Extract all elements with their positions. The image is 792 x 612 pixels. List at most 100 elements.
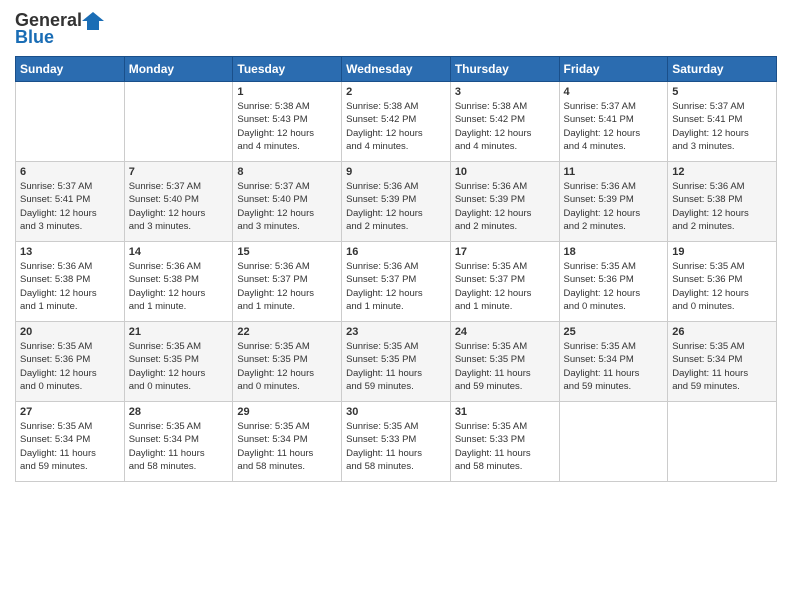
- day-info: Sunrise: 5:35 AM Sunset: 5:33 PM Dayligh…: [346, 420, 446, 473]
- day-info: Sunrise: 5:35 AM Sunset: 5:37 PM Dayligh…: [455, 260, 555, 313]
- day-number: 28: [129, 406, 229, 418]
- day-info: Sunrise: 5:36 AM Sunset: 5:39 PM Dayligh…: [346, 180, 446, 233]
- day-number: 17: [455, 246, 555, 258]
- calendar-cell: 12 Sunrise: 5:36 AM Sunset: 5:38 PM Dayli…: [668, 162, 777, 242]
- calendar-cell: 29 Sunrise: 5:35 AM Sunset: 5:34 PM Dayli…: [233, 402, 342, 482]
- day-info: Sunrise: 5:36 AM Sunset: 5:39 PM Dayligh…: [455, 180, 555, 233]
- day-number: 14: [129, 246, 229, 258]
- day-info: Sunrise: 5:36 AM Sunset: 5:38 PM Dayligh…: [20, 260, 120, 313]
- calendar-cell: 13 Sunrise: 5:36 AM Sunset: 5:38 PM Dayli…: [16, 242, 125, 322]
- day-number: 29: [237, 406, 337, 418]
- calendar-cell: 10 Sunrise: 5:36 AM Sunset: 5:39 PM Dayli…: [450, 162, 559, 242]
- calendar-cell: 14Sunrise: 5:36 AM Sunset: 5:38 PM Dayli…: [124, 242, 233, 322]
- day-info: Sunrise: 5:37 AM Sunset: 5:40 PM Dayligh…: [129, 180, 229, 233]
- calendar-cell: 16 Sunrise: 5:36 AM Sunset: 5:37 PM Dayli…: [342, 242, 451, 322]
- day-info: Sunrise: 5:35 AM Sunset: 5:33 PM Dayligh…: [455, 420, 555, 473]
- calendar-cell: 21 Sunrise: 5:35 AM Sunset: 5:35 PM Dayli…: [124, 322, 233, 402]
- day-info: Sunrise: 5:35 AM Sunset: 5:34 PM Dayligh…: [20, 420, 120, 473]
- day-info: Sunrise: 5:36 AM Sunset: 5:39 PM Dayligh…: [564, 180, 664, 233]
- page: General Blue SundayMondayTuesdayWednesda…: [0, 0, 792, 612]
- day-info: Sunrise: 5:35 AM Sunset: 5:35 PM Dayligh…: [129, 340, 229, 393]
- calendar-cell: 25 Sunrise: 5:35 AM Sunset: 5:34 PM Dayli…: [559, 322, 668, 402]
- weekday-header: Monday: [124, 57, 233, 82]
- day-number: 30: [346, 406, 446, 418]
- calendar-cell: 24 Sunrise: 5:35 AM Sunset: 5:35 PM Dayli…: [450, 322, 559, 402]
- logo-blue-text: Blue: [15, 27, 54, 48]
- weekday-header: Wednesday: [342, 57, 451, 82]
- day-info: Sunrise: 5:35 AM Sunset: 5:34 PM Dayligh…: [564, 340, 664, 393]
- day-info: Sunrise: 5:38 AM Sunset: 5:43 PM Dayligh…: [237, 100, 337, 153]
- day-number: 12: [672, 166, 772, 178]
- weekday-header: Sunday: [16, 57, 125, 82]
- day-number: 1: [237, 86, 337, 98]
- day-info: Sunrise: 5:36 AM Sunset: 5:37 PM Dayligh…: [346, 260, 446, 313]
- weekday-header: Tuesday: [233, 57, 342, 82]
- day-number: 6: [20, 166, 120, 178]
- calendar-cell: 17 Sunrise: 5:35 AM Sunset: 5:37 PM Dayli…: [450, 242, 559, 322]
- day-number: 10: [455, 166, 555, 178]
- calendar-cell: 22 Sunrise: 5:35 AM Sunset: 5:35 PM Dayli…: [233, 322, 342, 402]
- logo-bird-icon: [82, 12, 104, 30]
- day-info: Sunrise: 5:37 AM Sunset: 5:41 PM Dayligh…: [672, 100, 772, 153]
- calendar-table: SundayMondayTuesdayWednesdayThursdayFrid…: [15, 56, 777, 482]
- calendar-cell: 1 Sunrise: 5:38 AM Sunset: 5:43 PM Daylig…: [233, 82, 342, 162]
- calendar-cell: 18 Sunrise: 5:35 AM Sunset: 5:36 PM Dayli…: [559, 242, 668, 322]
- day-info: Sunrise: 5:35 AM Sunset: 5:35 PM Dayligh…: [237, 340, 337, 393]
- calendar-week-row: 13 Sunrise: 5:36 AM Sunset: 5:38 PM Dayli…: [16, 242, 777, 322]
- calendar-cell: 8 Sunrise: 5:37 AM Sunset: 5:40 PM Daylig…: [233, 162, 342, 242]
- header-row: SundayMondayTuesdayWednesdayThursdayFrid…: [16, 57, 777, 82]
- logo: General Blue: [15, 10, 104, 48]
- day-info: Sunrise: 5:37 AM Sunset: 5:41 PM Dayligh…: [564, 100, 664, 153]
- day-number: 4: [564, 86, 664, 98]
- calendar-cell: 20Sunrise: 5:35 AM Sunset: 5:36 PM Dayli…: [16, 322, 125, 402]
- day-number: 16: [346, 246, 446, 258]
- calendar-cell: 30 Sunrise: 5:35 AM Sunset: 5:33 PM Dayli…: [342, 402, 451, 482]
- day-info: Sunrise: 5:35 AM Sunset: 5:35 PM Dayligh…: [455, 340, 555, 393]
- calendar-cell: 2Sunrise: 5:38 AM Sunset: 5:42 PM Daylig…: [342, 82, 451, 162]
- day-number: 8: [237, 166, 337, 178]
- day-number: 31: [455, 406, 555, 418]
- day-number: 18: [564, 246, 664, 258]
- day-info: Sunrise: 5:35 AM Sunset: 5:34 PM Dayligh…: [129, 420, 229, 473]
- day-number: 24: [455, 326, 555, 338]
- day-number: 13: [20, 246, 120, 258]
- day-info: Sunrise: 5:37 AM Sunset: 5:41 PM Dayligh…: [20, 180, 120, 233]
- day-info: Sunrise: 5:35 AM Sunset: 5:36 PM Dayligh…: [672, 260, 772, 313]
- day-info: Sunrise: 5:38 AM Sunset: 5:42 PM Dayligh…: [455, 100, 555, 153]
- calendar-week-row: 20Sunrise: 5:35 AM Sunset: 5:36 PM Dayli…: [16, 322, 777, 402]
- calendar-week-row: 6 Sunrise: 5:37 AM Sunset: 5:41 PM Daylig…: [16, 162, 777, 242]
- calendar-cell: 27Sunrise: 5:35 AM Sunset: 5:34 PM Dayli…: [16, 402, 125, 482]
- day-number: 5: [672, 86, 772, 98]
- day-info: Sunrise: 5:35 AM Sunset: 5:34 PM Dayligh…: [672, 340, 772, 393]
- day-number: 11: [564, 166, 664, 178]
- day-number: 21: [129, 326, 229, 338]
- calendar-cell: 26 Sunrise: 5:35 AM Sunset: 5:34 PM Dayli…: [668, 322, 777, 402]
- weekday-header: Thursday: [450, 57, 559, 82]
- calendar-cell: [559, 402, 668, 482]
- day-info: Sunrise: 5:38 AM Sunset: 5:42 PM Dayligh…: [346, 100, 446, 153]
- calendar-cell: 5 Sunrise: 5:37 AM Sunset: 5:41 PM Daylig…: [668, 82, 777, 162]
- weekday-header: Saturday: [668, 57, 777, 82]
- day-info: Sunrise: 5:36 AM Sunset: 5:37 PM Dayligh…: [237, 260, 337, 313]
- day-info: Sunrise: 5:35 AM Sunset: 5:36 PM Dayligh…: [564, 260, 664, 313]
- calendar-cell: [16, 82, 125, 162]
- calendar-cell: 9 Sunrise: 5:36 AM Sunset: 5:39 PM Daylig…: [342, 162, 451, 242]
- day-number: 25: [564, 326, 664, 338]
- calendar-cell: 19Sunrise: 5:35 AM Sunset: 5:36 PM Dayli…: [668, 242, 777, 322]
- calendar-week-row: 27Sunrise: 5:35 AM Sunset: 5:34 PM Dayli…: [16, 402, 777, 482]
- day-info: Sunrise: 5:36 AM Sunset: 5:38 PM Dayligh…: [672, 180, 772, 233]
- weekday-header: Friday: [559, 57, 668, 82]
- day-number: 26: [672, 326, 772, 338]
- day-number: 22: [237, 326, 337, 338]
- day-info: Sunrise: 5:37 AM Sunset: 5:40 PM Dayligh…: [237, 180, 337, 233]
- calendar-cell: 15Sunrise: 5:36 AM Sunset: 5:37 PM Dayli…: [233, 242, 342, 322]
- day-number: 9: [346, 166, 446, 178]
- calendar-cell: 4 Sunrise: 5:37 AM Sunset: 5:41 PM Daylig…: [559, 82, 668, 162]
- day-number: 7: [129, 166, 229, 178]
- calendar-cell: 11 Sunrise: 5:36 AM Sunset: 5:39 PM Dayli…: [559, 162, 668, 242]
- calendar-cell: [124, 82, 233, 162]
- day-info: Sunrise: 5:35 AM Sunset: 5:34 PM Dayligh…: [237, 420, 337, 473]
- calendar-cell: 23Sunrise: 5:35 AM Sunset: 5:35 PM Dayli…: [342, 322, 451, 402]
- day-number: 3: [455, 86, 555, 98]
- day-info: Sunrise: 5:35 AM Sunset: 5:35 PM Dayligh…: [346, 340, 446, 393]
